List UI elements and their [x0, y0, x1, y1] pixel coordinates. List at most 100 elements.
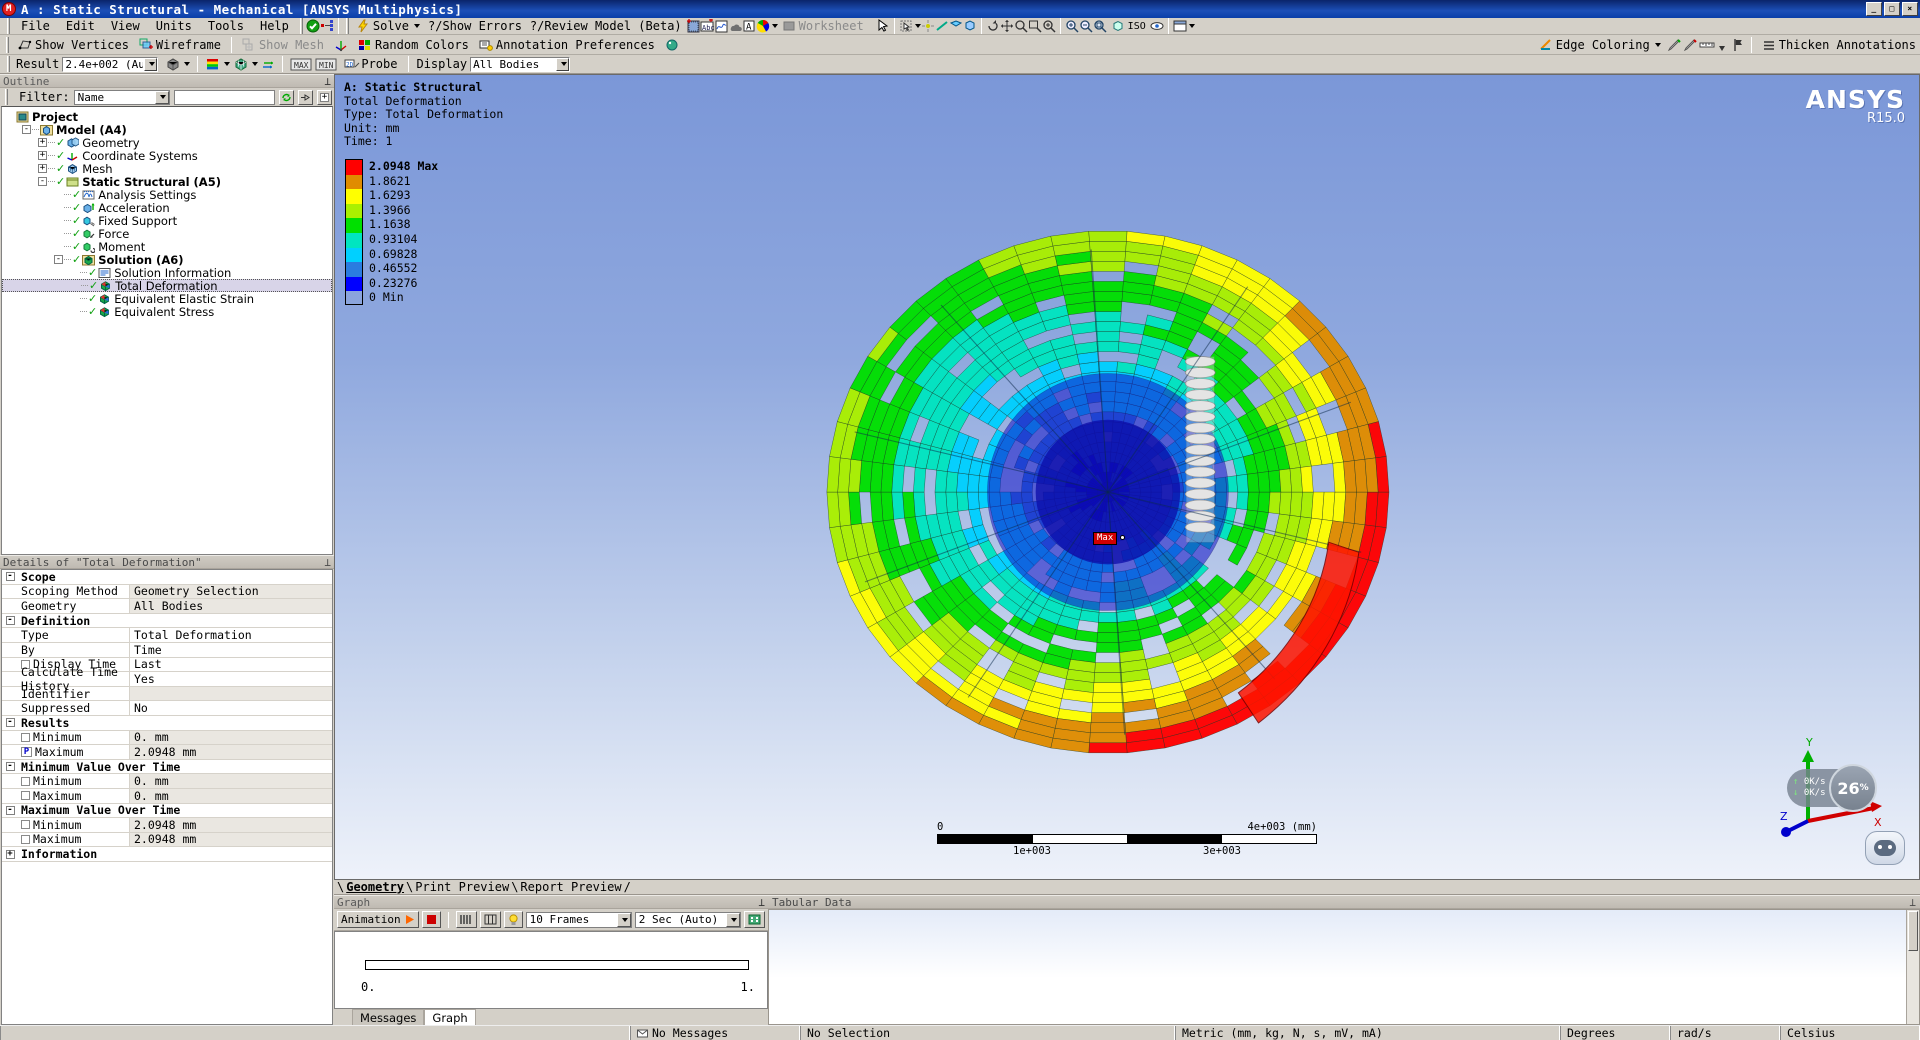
display-dropdown-icon[interactable]: [556, 57, 570, 71]
result-grip[interactable]: [7, 56, 10, 72]
details-row[interactable]: Geometry All Bodies: [2, 599, 332, 614]
tree-item-model-a4[interactable]: - Model (A4): [2, 123, 332, 137]
new-chart-icon[interactable]: [686, 19, 700, 33]
magnifier-plus-icon[interactable]: [1065, 19, 1079, 33]
new-text-icon[interactable]: Abc: [700, 18, 714, 33]
ruler-icon[interactable]: [1699, 38, 1715, 52]
details-value-cell[interactable]: Time: [130, 643, 332, 657]
random-colors-button[interactable]: Random Colors: [354, 37, 473, 53]
thicken-annotations-button[interactable]: Thicken Annotations: [1758, 37, 1920, 53]
animation-stop-button[interactable]: [421, 911, 441, 928]
filter-expand-icon[interactable]: +: [317, 89, 332, 105]
window-layout-icon[interactable]: [1173, 19, 1187, 33]
menu-file[interactable]: File: [13, 18, 58, 34]
parameter-badge[interactable]: P: [21, 746, 32, 757]
menu-help[interactable]: Help: [252, 18, 297, 34]
details-toggle-icon[interactable]: -: [2, 805, 18, 815]
toolbar-grip-1[interactable]: [299, 18, 303, 34]
outline-tree[interactable]: Project - Model (A4) + ✓ Geometry + ✓ Coordinate…: [1, 106, 333, 555]
details-value-cell[interactable]: Total Deformation: [130, 628, 332, 642]
details-value-cell[interactable]: 0. mm: [130, 730, 332, 744]
chart-icon[interactable]: [714, 19, 728, 33]
color-wheel-icon[interactable]: [756, 19, 770, 33]
details-value-cell[interactable]: All Bodies: [130, 599, 332, 613]
filter-sort-icon[interactable]: [298, 89, 313, 105]
tabular-scrollbar[interactable]: [1906, 910, 1919, 1024]
duration-combo[interactable]: 2 Sec (Auto): [634, 911, 741, 928]
filter-search-input[interactable]: [173, 89, 275, 105]
cpu-percent-badge[interactable]: 26%: [1829, 764, 1877, 812]
details-toggle-icon[interactable]: -: [2, 572, 18, 582]
details-table[interactable]: - Scope Scoping Method Geometry Selection Ge…: [1, 569, 333, 1025]
tab-geometry[interactable]: Geometry: [344, 880, 406, 894]
animation-play-button[interactable]: Animation: [337, 911, 419, 928]
graph-pin-icon[interactable]: ⊥: [758, 896, 765, 909]
tree-item-analysis-settings[interactable]: ✓ Analysis Settings: [2, 188, 332, 202]
tab-print-preview[interactable]: Print Preview: [413, 880, 511, 894]
details-checkbox[interactable]: [21, 834, 30, 844]
max-annotation-icon[interactable]: MAX: [290, 57, 312, 72]
select-mode-icon[interactable]: [899, 19, 913, 33]
pan-icon[interactable]: [1000, 19, 1014, 33]
assistant-widget[interactable]: [1865, 831, 1905, 865]
face-select-icon[interactable]: [949, 19, 963, 33]
tree-item-equivalent-stress[interactable]: ✓ Equivalent Stress: [2, 305, 332, 319]
max-annotation-tag[interactable]: Max: [1093, 532, 1126, 545]
status-messages[interactable]: No Messages: [630, 1025, 800, 1040]
export-animation-button[interactable]: [743, 911, 765, 928]
review-model-button[interactable]: ?/Review Model (Beta): [526, 18, 686, 34]
tree-item-moment[interactable]: ✓ Moment: [2, 240, 332, 254]
iso-view-button[interactable]: ISO: [1107, 18, 1150, 34]
contour-bands-icon[interactable]: [205, 57, 219, 71]
details-row[interactable]: By Time: [2, 643, 332, 658]
tree-item-force[interactable]: ✓ Force: [2, 227, 332, 241]
graph-area[interactable]: 0. 1.: [334, 931, 768, 1009]
geometry-display-icon[interactable]: [165, 57, 179, 71]
menu-grip[interactable]: [7, 18, 10, 34]
details-checkbox[interactable]: [21, 820, 30, 830]
tree-item-solution-information[interactable]: ✓ Solution Information: [2, 266, 332, 280]
details-value-cell[interactable]: 2.0948 mm: [130, 832, 332, 846]
duration-dropdown-icon[interactable]: [725, 912, 740, 927]
menu-units[interactable]: Units: [148, 18, 200, 34]
contour-dropdown-icon[interactable]: [224, 62, 231, 66]
distribute-frames-button[interactable]: [455, 911, 477, 928]
maximize-button[interactable]: □: [1884, 2, 1900, 16]
outline-pin-icon[interactable]: ⊥: [324, 75, 331, 88]
graph-time-bar[interactable]: [365, 960, 749, 970]
collapse-toggle-icon[interactable]: -: [53, 254, 64, 265]
details-pin-icon[interactable]: ⊥: [324, 556, 331, 569]
tab-messages[interactable]: Messages: [352, 1008, 425, 1026]
details-row[interactable]: Type Total Deformation: [2, 628, 332, 643]
filter-type-dropdown-icon[interactable]: [154, 90, 169, 104]
menu-tools[interactable]: Tools: [200, 18, 252, 34]
filter-refresh-icon[interactable]: [279, 89, 294, 105]
zoom-fit-icon[interactable]: [1042, 19, 1056, 33]
details-value-cell[interactable]: Last: [130, 657, 332, 671]
coordinate-triad-icon[interactable]: [334, 38, 348, 52]
filter-grip[interactable]: [5, 89, 8, 105]
close-button[interactable]: ×: [1902, 2, 1918, 16]
display-toolbar-grip[interactable]: [6, 36, 9, 53]
probe-pen2-icon[interactable]: [1683, 38, 1697, 52]
tree-item-acceleration[interactable]: ✓ Acceleration: [2, 201, 332, 215]
solve-dropdown-icon[interactable]: [414, 24, 420, 28]
display-combo[interactable]: All Bodies: [470, 56, 571, 72]
annotation-preferences-button[interactable]: Annotation Preferences: [475, 37, 659, 53]
tree-item-geometry[interactable]: + ✓ Geometry: [2, 136, 332, 150]
zoom-icon[interactable]: [1014, 19, 1028, 33]
tree-item-fixed-support[interactable]: ✓ Fixed Support: [2, 214, 332, 228]
look-at-icon[interactable]: [1150, 19, 1164, 33]
fem-model-render[interactable]: [335, 75, 1919, 879]
magnifier-fit-icon[interactable]: [1093, 19, 1107, 33]
probe-button[interactable]: 2D Probe: [340, 56, 401, 72]
pin-icon[interactable]: [1715, 38, 1729, 52]
menu-edit[interactable]: Edit: [58, 18, 103, 34]
frames-combo[interactable]: 10 Frames: [525, 911, 632, 928]
magnifier-minus-icon[interactable]: [1079, 19, 1093, 33]
network-speed-widget[interactable]: ↑ 0K/s ↓ 0K/s 26%: [1787, 764, 1877, 812]
details-checkbox[interactable]: [21, 776, 30, 786]
details-value-cell[interactable]: 2.0948 mm: [130, 745, 332, 759]
details-value-cell[interactable]: 0. mm: [130, 789, 332, 803]
details-toggle-icon[interactable]: -: [2, 718, 18, 728]
